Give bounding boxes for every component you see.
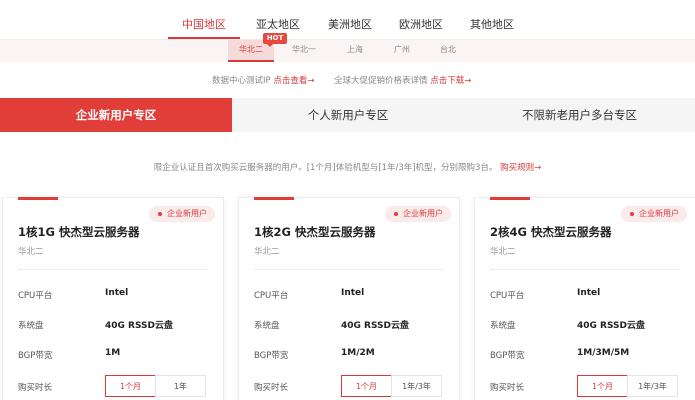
card-divider [254,269,444,270]
tab-china[interactable]: 中国地区 [182,16,226,32]
period-option-1-month[interactable]: 1个月 [341,375,392,397]
subregion-taipei[interactable]: 台北 [440,44,456,55]
product-card: 企业新用户 1核1G 快杰型云服务器 华北二 CPU平台 Intel 系统盘 4… [2,197,224,400]
subregion-guangzhou[interactable]: 广州 [394,44,410,55]
tab-personal-new[interactable]: 个人新用户专区 [232,98,464,132]
bandwidth-value: 1M [105,348,121,358]
notice-test-ip-link[interactable]: 点击查看→ [273,76,314,86]
badge-dot-icon [394,212,398,216]
card-divider [18,269,208,270]
subregion-active-indicator [228,60,274,62]
enterprise-badge: 企业新用户 [385,206,451,222]
card-title: 2核4G 快杰型云服务器 [490,225,612,239]
card-region: 华北二 [490,247,516,257]
card-divider [490,269,680,270]
tab-other[interactable]: 其他地区 [470,16,514,32]
card-region: 华北二 [254,247,280,257]
period-option-1-month[interactable]: 1个月 [105,375,156,397]
disk-value: 40G RSSD云盘 [341,321,410,331]
hot-badge: HOT [263,33,287,47]
card-region: 华北二 [18,247,44,257]
card-accent-bar [254,197,294,200]
tab-americas[interactable]: 美洲地区 [328,16,372,32]
disk-label: 系统盘 [18,321,44,331]
period-label: 购买时长 [18,383,53,393]
period-option-1-year[interactable]: 1年 [155,375,206,397]
tab-asia-pacific[interactable]: 亚太地区 [256,16,300,32]
disk-value: 40G RSSD云盘 [577,321,646,331]
product-card: 企业新用户 1核2G 快杰型云服务器 华北二 CPU平台 Intel 系统盘 4… [238,197,460,400]
card-title: 1核2G 快杰型云服务器 [254,225,376,239]
cpu-label: CPU平台 [18,291,53,301]
badge-dot-icon [158,212,162,216]
disk-label: 系统盘 [490,321,516,331]
tab-all-users-multi[interactable]: 不限新老用户多台专区 [464,98,695,132]
cpu-value: Intel [341,288,365,298]
bandwidth-label: BGP带宽 [18,351,53,361]
tab-enterprise-new[interactable]: 企业新用户专区 [0,98,232,132]
tab-europe[interactable]: 欧洲地区 [399,16,443,32]
purchase-description: 限企业认证且首次购买云服务器的用户。[1个月]体验机型与[1年/3年]机型，分别… [0,161,695,173]
period-option-1-3-year[interactable]: 1年/3年 [391,375,442,397]
enterprise-badge: 企业新用户 [149,206,215,222]
cpu-value: Intel [105,288,129,298]
subregion-shanghai[interactable]: 上海 [347,44,363,55]
bandwidth-label: BGP带宽 [490,351,525,361]
cpu-label: CPU平台 [254,291,289,301]
badge-label: 企业新用户 [403,209,443,218]
badge-dot-icon [630,212,634,216]
card-accent-bar [490,197,530,200]
card-title: 1核1G 快杰型云服务器 [18,225,140,239]
product-card: 企业新用户 2核4G 快杰型云服务器 华北二 CPU平台 Intel 系统盘 4… [474,197,695,400]
notice-test-ip: 数据中心测试IP 点击查看→ [212,74,314,86]
bandwidth-value: 1M/2M [341,348,375,358]
subregion-huabei1[interactable]: 华北一 [292,44,316,55]
period-label: 购买时长 [490,383,525,393]
purchase-rules-link[interactable]: 购买规则→ [500,163,541,173]
bandwidth-label: BGP带宽 [254,351,289,361]
period-option-1-month[interactable]: 1个月 [577,375,628,397]
active-region-indicator [168,37,240,39]
disk-label: 系统盘 [254,321,280,331]
notice-test-ip-text: 数据中心测试IP [212,76,271,86]
cpu-value: Intel [577,288,601,298]
badge-label: 企业新用户 [167,209,207,218]
period-option-1-3-year[interactable]: 1年/3年 [627,375,678,397]
notice-price-list: 全球大促促销价格表详情 点击下载→ [334,74,471,86]
bandwidth-value: 1M/3M/5M [577,348,630,358]
cpu-label: CPU平台 [490,291,525,301]
enterprise-badge: 企业新用户 [621,206,687,222]
subregion-huabei2[interactable]: 华北二 [239,44,263,55]
card-accent-bar [18,197,58,200]
period-label: 购买时长 [254,383,289,393]
badge-label: 企业新用户 [639,209,679,218]
notice-price-list-text: 全球大促促销价格表详情 [334,76,428,86]
description-text: 限企业认证且首次购买云服务器的用户。[1个月]体验机型与[1年/3年]机型，分别… [153,163,498,173]
notice-price-list-link[interactable]: 点击下载→ [430,76,471,86]
disk-value: 40G RSSD云盘 [105,321,174,331]
